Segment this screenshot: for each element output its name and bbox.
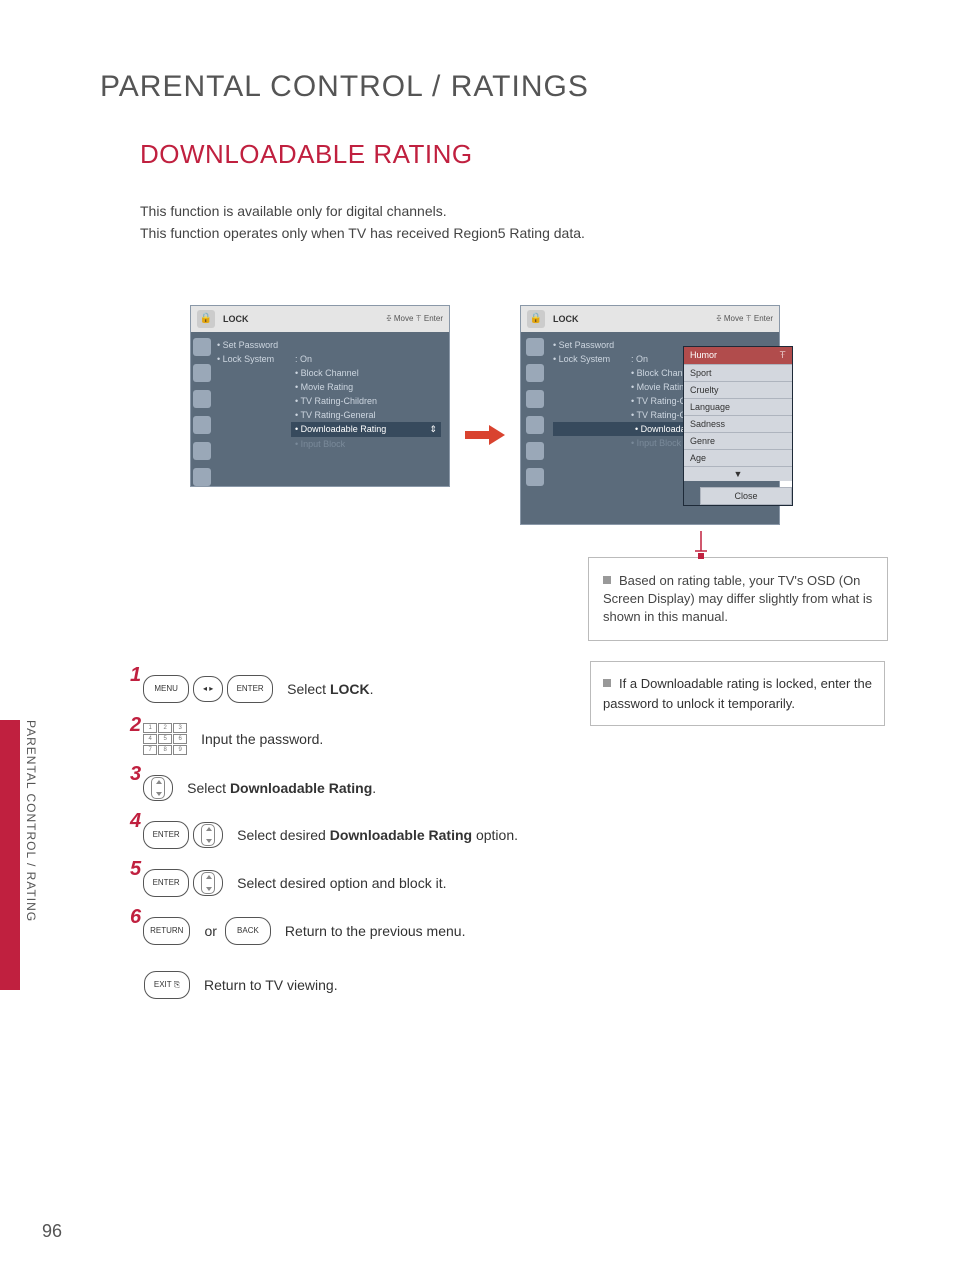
- exit-key: EXIT ⎘: [144, 971, 190, 999]
- popup-item[interactable]: Sadness: [684, 416, 792, 433]
- osd-side-icon: [526, 442, 544, 460]
- step4-target: Downloadable Rating: [330, 827, 472, 843]
- popup-item[interactable]: Language: [684, 399, 792, 416]
- step-number: 2: [130, 714, 141, 737]
- return-key: RETURN: [143, 917, 190, 945]
- menu-input-block: Input Block: [301, 439, 346, 449]
- osd-hint: ꔀ Move ꔉ Enter: [716, 314, 773, 324]
- step-number: 4: [130, 810, 141, 833]
- lock-header-icon: 🔒: [527, 310, 545, 328]
- step6-or: or: [204, 923, 216, 939]
- osd-side-icon: [193, 364, 211, 382]
- dpad-key: ◂ ▸: [193, 676, 223, 702]
- side-label: PARENTAL CONTROL / RATING: [24, 720, 38, 922]
- popup-close-button[interactable]: Close: [700, 487, 792, 505]
- menu-downloadable-highlight: • Downloadable Rating⇕: [291, 422, 441, 437]
- back-key: BACK: [225, 917, 271, 945]
- intro-line-2: This function operates only when TV has …: [140, 222, 894, 244]
- popup-item[interactable]: Age: [684, 450, 792, 467]
- section-title: PARENTAL CONTROL / RATINGS: [100, 70, 894, 104]
- updown-key: [193, 822, 223, 848]
- menu-downloadable: Downloadable Rating: [301, 424, 387, 434]
- popup-item-selected[interactable]: Humorꔉ: [684, 347, 792, 365]
- osd-side-icon: [193, 416, 211, 434]
- step1-target: LOCK: [330, 681, 370, 697]
- menu-movie-rating: Movie Rating: [301, 382, 354, 392]
- menu-lock-system: Lock System: [223, 354, 275, 364]
- step1-text: Select: [287, 681, 330, 697]
- step2-text: Input the password.: [201, 731, 323, 747]
- enter-key: ENTER: [143, 821, 189, 849]
- menu-tv-children: TV Rating-Children: [301, 396, 378, 406]
- step3-target: Downloadable Rating: [230, 780, 372, 796]
- osd-side-icon: [193, 390, 211, 408]
- osd-side-icon: [193, 338, 211, 356]
- arrow-right-icon: [465, 425, 505, 445]
- osd-side-icon: [526, 390, 544, 408]
- intro-line-1: This function is available only for digi…: [140, 200, 894, 222]
- step-number: 6: [130, 906, 141, 929]
- menu-set-password: Set Password: [559, 340, 615, 350]
- side-tab: [0, 720, 20, 990]
- lock-header-icon: 🔒: [197, 310, 215, 328]
- osd-title: LOCK: [223, 314, 249, 324]
- osd-side-icon: [526, 364, 544, 382]
- step3-text: Select: [187, 780, 230, 796]
- step-number: 5: [130, 858, 141, 881]
- square-bullet-icon: [603, 576, 611, 584]
- enter-key: ENTER: [143, 869, 189, 897]
- menu-lock-value: : On: [631, 354, 648, 364]
- osd-side-icon: [526, 338, 544, 356]
- page-heading: DOWNLOADABLE RATING: [140, 139, 894, 170]
- osd-side-icon: [193, 442, 211, 460]
- osd-title: LOCK: [553, 314, 579, 324]
- popup-item[interactable]: Sport: [684, 365, 792, 382]
- step5-text: Select desired option and block it.: [237, 875, 446, 891]
- rating-popup: Humorꔉ Sport Cruelty Language Sadness Ge…: [683, 346, 793, 506]
- popup-item[interactable]: Genre: [684, 433, 792, 450]
- osd-note-text: Based on rating table, your TV's OSD (On…: [603, 573, 872, 624]
- step-number: 3: [130, 763, 141, 786]
- square-bullet-icon: [603, 679, 611, 687]
- osd-side-icon: [193, 468, 211, 486]
- menu-block-channel: Block Channel: [301, 368, 359, 378]
- step6-text: Return to the previous menu.: [285, 923, 466, 939]
- enter-key: ENTER: [227, 675, 273, 703]
- right-note-box: If a Downloadable rating is locked, ente…: [590, 661, 885, 726]
- popup-more-icon[interactable]: ▼: [684, 467, 792, 481]
- exit-text: Return to TV viewing.: [204, 977, 338, 993]
- menu-lock-system: Lock System: [559, 354, 611, 364]
- menu-tv-general: TV Rating-General: [301, 410, 376, 420]
- updown-key: [193, 870, 223, 896]
- osd-left: 🔒 LOCK ꔀ Move ꔉ Enter • Set Password • L…: [190, 305, 450, 487]
- menu-set-password: Set Password: [223, 340, 279, 350]
- step-number: 1: [130, 664, 141, 687]
- numpad-icon: 123 456 789: [143, 723, 187, 755]
- step4-text: Select desired: [237, 827, 330, 843]
- page-number: 96: [42, 1221, 62, 1242]
- right-note-text: If a Downloadable rating is locked, ente…: [603, 676, 872, 711]
- menu-key: MENU: [143, 675, 189, 703]
- popup-item[interactable]: Cruelty: [684, 382, 792, 399]
- osd-note-box: Based on rating table, your TV's OSD (On…: [588, 557, 888, 642]
- osd-side-icon: [526, 416, 544, 434]
- connector-line: [695, 531, 707, 559]
- osd-side-icon: [526, 468, 544, 486]
- menu-lock-value: : On: [295, 354, 312, 364]
- osd-hint: ꔀ Move ꔉ Enter: [386, 314, 443, 324]
- osd-right: 🔒 LOCK ꔀ Move ꔉ Enter • Set Password • L…: [520, 305, 780, 525]
- updown-key: [143, 775, 173, 801]
